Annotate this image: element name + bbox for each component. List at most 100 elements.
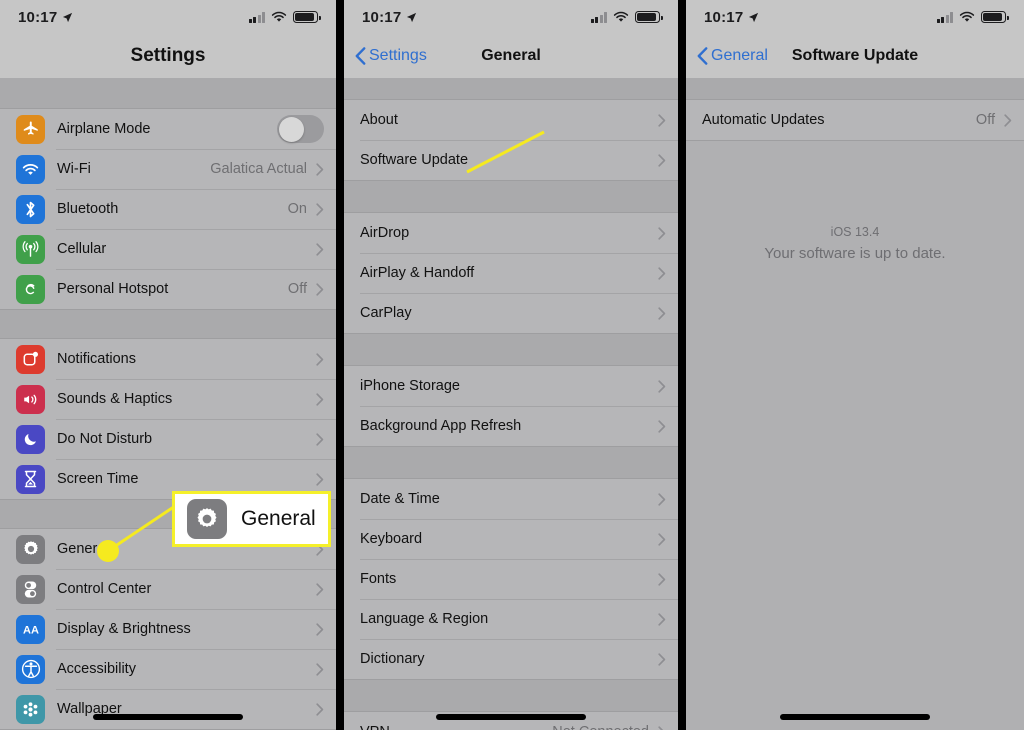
chevron-right-icon	[658, 379, 666, 393]
row-iphone-storage[interactable]: iPhone Storage	[344, 366, 678, 406]
row-do-not-disturb[interactable]: Do Not Disturb	[0, 419, 336, 459]
row-label: Keyboard	[360, 531, 423, 547]
row-date-time[interactable]: Date & Time	[344, 479, 678, 519]
wifi-icon	[16, 154, 45, 184]
chevron-right-icon	[316, 392, 324, 406]
row-label: Background App Refresh	[360, 418, 522, 434]
chevron-right-icon	[658, 226, 666, 240]
chevron-right-icon	[658, 153, 666, 167]
wifi-icon	[613, 11, 629, 22]
list-gap	[344, 447, 678, 478]
row-sounds-haptics[interactable]: Sounds & Haptics	[0, 379, 336, 419]
location-arrow-icon	[407, 12, 417, 22]
row-fonts[interactable]: Fonts	[344, 559, 678, 599]
bluetooth-icon	[16, 194, 45, 224]
wallpaper-icon	[16, 694, 45, 724]
row-personal-hotspot[interactable]: Personal Hotspot Off	[0, 269, 336, 309]
location-arrow-icon	[63, 12, 73, 22]
row-display-brightness[interactable]: AA Display & Brightness	[0, 609, 336, 649]
list-gap	[0, 78, 336, 108]
row-label: Personal Hotspot	[57, 281, 169, 297]
row-label: Airplane Mode	[57, 121, 151, 137]
status-bar-left: 10:17	[18, 9, 73, 26]
row-control-center[interactable]: Control Center	[0, 569, 336, 609]
row-bluetooth[interactable]: Bluetooth On	[0, 189, 336, 229]
callout-label: General	[241, 507, 316, 530]
row-automatic-updates[interactable]: Automatic Updates Off	[686, 100, 1024, 140]
row-about[interactable]: About	[344, 100, 678, 140]
chevron-right-icon	[1004, 113, 1012, 127]
row-label: Do Not Disturb	[57, 431, 153, 447]
callout-general: General	[172, 491, 331, 547]
row-label: Display & Brightness	[57, 621, 191, 637]
row-airdrop[interactable]: AirDrop	[344, 213, 678, 253]
svg-text:AA: AA	[23, 625, 39, 637]
chevron-right-icon	[658, 266, 666, 280]
settings-group-connectivity: Airplane Mode Wi-Fi Galatica Actual Blue…	[0, 108, 336, 310]
back-button-label: General	[711, 47, 768, 64]
location-arrow-icon	[749, 12, 759, 22]
battery-icon	[981, 11, 1009, 23]
chevron-right-icon	[316, 242, 324, 256]
row-label: iPhone Storage	[360, 378, 460, 394]
list-gap	[344, 680, 678, 711]
row-wallpaper[interactable]: Wallpaper	[0, 689, 336, 729]
general-group-sharing: AirDrop AirPlay & Handoff CarPlay	[344, 212, 678, 334]
row-wifi[interactable]: Wi-Fi Galatica Actual	[0, 149, 336, 189]
row-value: Off	[287, 281, 307, 297]
back-button-general[interactable]: General	[686, 47, 768, 65]
chevron-right-icon	[658, 532, 666, 546]
screen-time-icon	[16, 464, 45, 494]
status-bar-left: 10:17	[362, 9, 417, 26]
general-group-localization: Date & Time Keyboard Fonts Language & Re…	[344, 478, 678, 680]
status-bar-clock: 10:17	[704, 8, 744, 26]
row-notifications[interactable]: Notifications	[0, 339, 336, 379]
row-label: Wi-Fi	[57, 161, 91, 177]
status-bar: 10:17	[0, 0, 336, 34]
row-label: Language & Region	[360, 611, 489, 627]
chevron-right-icon	[658, 652, 666, 666]
row-airplane-mode[interactable]: Airplane Mode	[0, 109, 336, 149]
panel-divider	[678, 0, 686, 730]
status-bar-right	[936, 11, 1009, 23]
row-airplay-handoff[interactable]: AirPlay & Handoff	[344, 253, 678, 293]
settings-group-system: General Control Center AA Display & Brig…	[0, 528, 336, 730]
back-button-settings[interactable]: Settings	[344, 47, 427, 65]
list-gap	[344, 334, 678, 365]
home-indicator	[780, 714, 930, 720]
list-gap	[344, 181, 678, 212]
row-dictionary[interactable]: Dictionary	[344, 639, 678, 679]
status-bar-right	[590, 11, 663, 23]
chevron-right-icon	[658, 113, 666, 127]
row-label: Notifications	[57, 351, 136, 367]
chevron-right-icon	[316, 432, 324, 446]
row-accessibility[interactable]: Accessibility	[0, 649, 336, 689]
software-update-group: Automatic Updates Off	[686, 99, 1024, 141]
battery-icon	[293, 11, 321, 23]
row-label: Automatic Updates	[702, 112, 825, 128]
status-bar-right	[248, 11, 321, 23]
home-indicator	[93, 714, 243, 720]
row-software-update[interactable]: Software Update	[344, 140, 678, 180]
status-bar: 10:17	[344, 0, 678, 34]
chevron-right-icon	[658, 419, 666, 433]
row-cellular[interactable]: Cellular	[0, 229, 336, 269]
row-keyboard[interactable]: Keyboard	[344, 519, 678, 559]
row-language-region[interactable]: Language & Region	[344, 599, 678, 639]
chevron-right-icon	[658, 492, 666, 506]
chevron-right-icon	[316, 282, 324, 296]
wifi-icon	[271, 11, 287, 22]
airplane-mode-toggle[interactable]	[277, 115, 324, 143]
callout-anchor-dot-general	[97, 540, 119, 562]
row-value: Galatica Actual	[210, 161, 307, 177]
ios-version-label: iOS 13.4	[830, 225, 880, 239]
general-group-about: About Software Update	[344, 99, 678, 181]
row-background-app-refresh[interactable]: Background App Refresh	[344, 406, 678, 446]
row-value: Not Connected	[552, 724, 649, 730]
general-group-storage: iPhone Storage Background App Refresh	[344, 365, 678, 447]
status-bar-clock: 10:17	[18, 8, 58, 26]
list-gap	[0, 310, 336, 338]
row-label: AirDrop	[360, 225, 410, 241]
back-button-label: Settings	[369, 47, 427, 64]
row-carplay[interactable]: CarPlay	[344, 293, 678, 333]
